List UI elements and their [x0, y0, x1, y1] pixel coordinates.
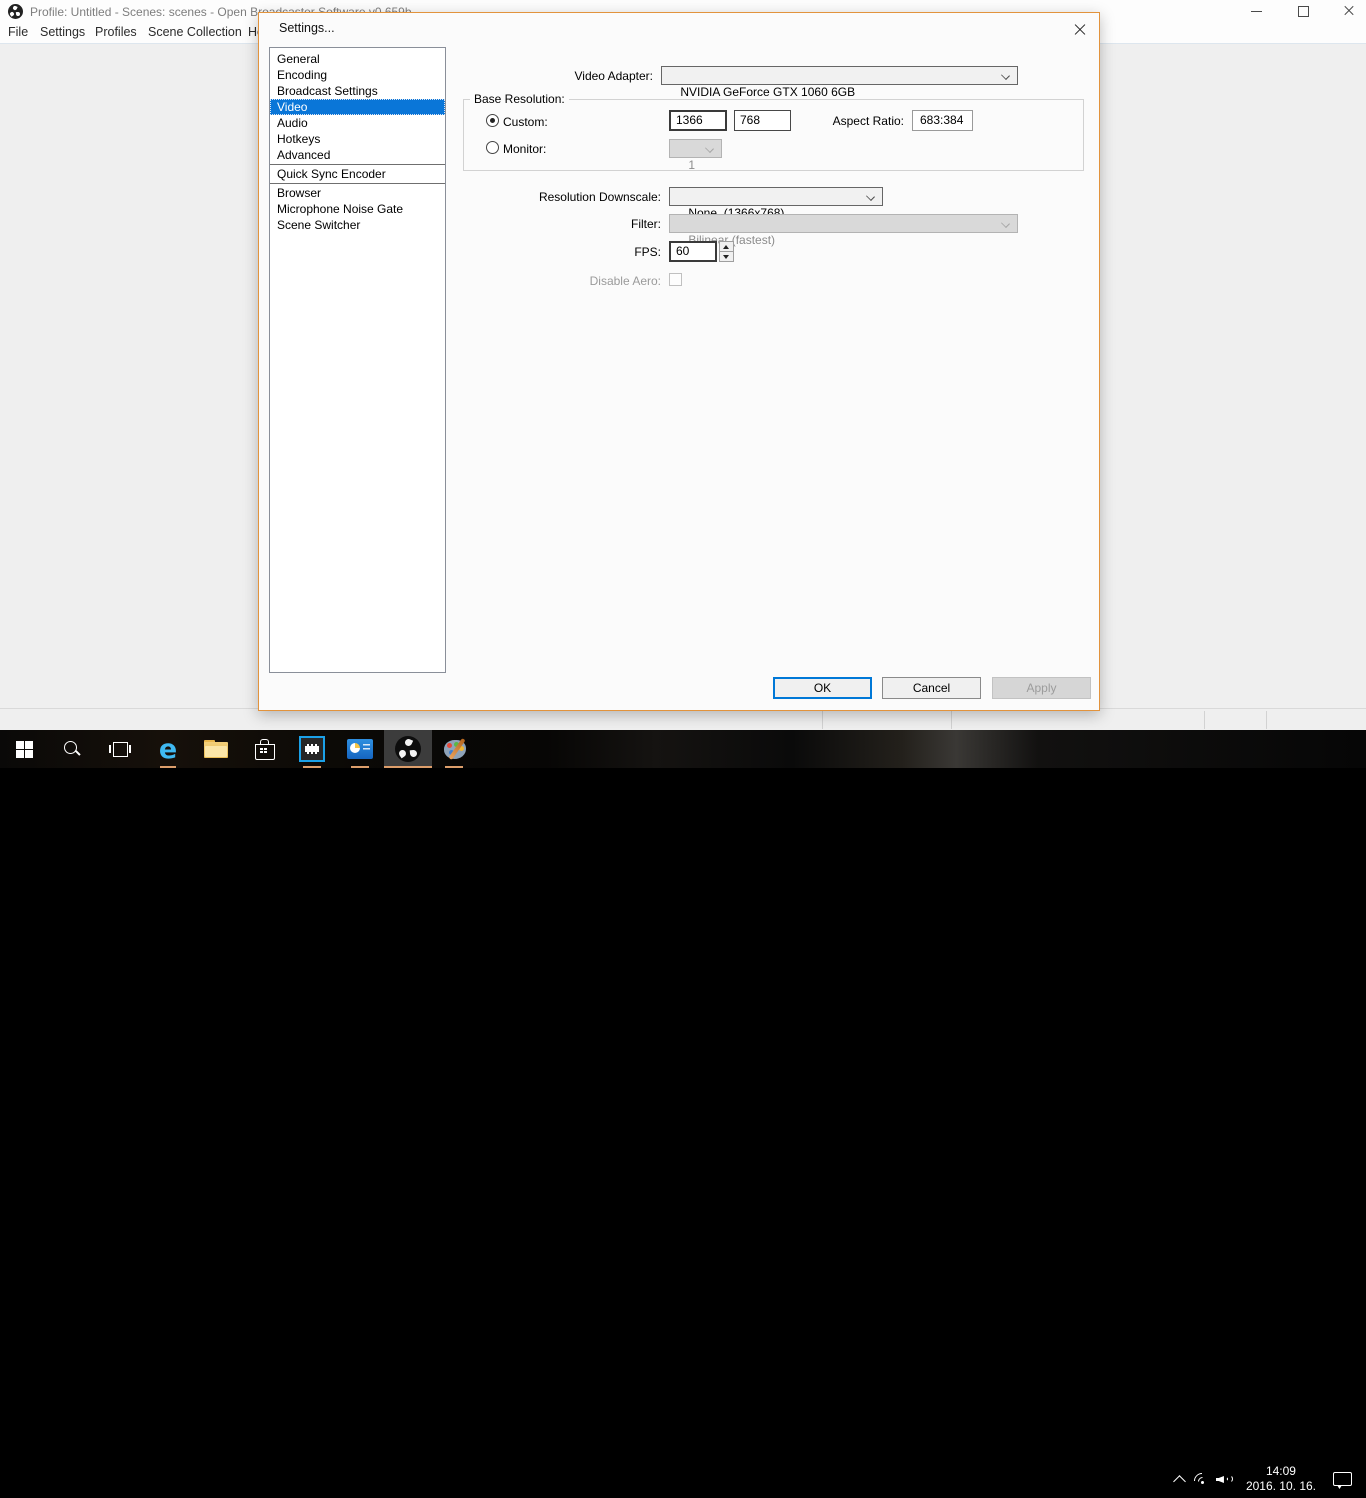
- windows-start-icon: [15, 740, 33, 758]
- close-dialog-icon[interactable]: [1073, 23, 1087, 37]
- wifi-icon[interactable]: [1190, 1460, 1214, 1498]
- taskbar-paint-app-button[interactable]: [432, 730, 480, 768]
- filter-select: Bilinear (fastest): [669, 214, 1018, 247]
- tray-time: 14:09: [1265, 1464, 1296, 1478]
- base-width-input[interactable]: 1366: [669, 110, 727, 131]
- settings-dialog: Settings... General Encoding Broadcast S…: [258, 12, 1100, 711]
- chevron-down-icon: [1001, 71, 1010, 80]
- menu-scene-collection[interactable]: Scene Collection: [148, 25, 242, 39]
- nav-item-general[interactable]: General: [270, 51, 445, 67]
- taskbar-edge-button[interactable]: e: [144, 730, 192, 768]
- nav-separator: [270, 183, 445, 184]
- status-divider: [822, 711, 823, 729]
- system-tray: 14:09 2016. 10. 16.: [1170, 1460, 1366, 1498]
- fps-stepper: [719, 241, 734, 262]
- edge-browser-icon: e: [158, 733, 178, 765]
- status-divider: [951, 711, 952, 729]
- nav-item-video[interactable]: Video: [270, 99, 445, 115]
- volume-icon[interactable]: [1214, 1460, 1238, 1498]
- monitor-resolution-radio[interactable]: [486, 141, 499, 154]
- nav-item-scene-switcher[interactable]: Scene Switcher: [270, 217, 445, 233]
- nav-item-broadcast-settings[interactable]: Broadcast Settings: [270, 83, 445, 99]
- status-divider: [1266, 711, 1267, 729]
- start-button[interactable]: [0, 730, 48, 768]
- statusbar: [0, 708, 1366, 730]
- monitor-resolution-label: Monitor:: [503, 142, 547, 156]
- taskbar-office-app-button[interactable]: [336, 730, 384, 768]
- apply-button: Apply: [992, 677, 1091, 699]
- base-resolution-group-label: Base Resolution:: [470, 92, 569, 106]
- disable-aero-checkbox: [669, 273, 682, 286]
- action-center-icon[interactable]: [1330, 1460, 1356, 1498]
- paint-palette-icon: [444, 738, 468, 760]
- disable-aero-label: Disable Aero:: [589, 274, 661, 288]
- taskbar-obs-button[interactable]: [384, 730, 432, 768]
- movies-tv-icon: [299, 736, 325, 762]
- chevron-down-icon: [866, 192, 875, 201]
- task-view-button[interactable]: [96, 730, 144, 768]
- taskbar-search-button[interactable]: [48, 730, 96, 768]
- search-icon: [62, 739, 82, 759]
- video-adapter-select[interactable]: NVIDIA GeForce GTX 1060 6GB: [661, 66, 1018, 99]
- base-height-input[interactable]: 768: [734, 110, 791, 131]
- menu-profiles[interactable]: Profiles: [95, 25, 137, 39]
- spin-down-icon[interactable]: [719, 251, 734, 262]
- windows-store-icon: [254, 739, 275, 760]
- fps-label: FPS:: [634, 245, 661, 259]
- maximize-icon[interactable]: [1294, 2, 1312, 20]
- file-explorer-icon: [204, 740, 228, 758]
- close-window-icon[interactable]: [1340, 2, 1358, 20]
- nav-item-advanced[interactable]: Advanced: [270, 147, 445, 163]
- tray-date: 2016. 10. 16.: [1245, 1479, 1316, 1493]
- custom-resolution-label: Custom:: [503, 115, 548, 129]
- minimize-icon[interactable]: [1248, 2, 1266, 20]
- obs-logo-icon: [8, 4, 23, 19]
- video-adapter-label: Video Adapter:: [574, 69, 653, 83]
- taskbar-file-explorer-button[interactable]: [192, 730, 240, 768]
- settings-nav-list: General Encoding Broadcast Settings Vide…: [269, 47, 446, 673]
- office-app-icon: [347, 739, 373, 759]
- taskbar-store-button[interactable]: [240, 730, 288, 768]
- nav-separator: [270, 164, 445, 165]
- status-divider: [1204, 711, 1205, 729]
- nav-item-browser[interactable]: Browser: [270, 185, 445, 201]
- taskbar: e 14:09 2016. 10. 16.: [0, 730, 1366, 1493]
- nav-item-encoding[interactable]: Encoding: [270, 67, 445, 83]
- monitor-select: 1: [669, 139, 722, 172]
- chevron-down-icon: [1001, 219, 1010, 228]
- resolution-downscale-label: Resolution Downscale:: [538, 190, 661, 204]
- obs-app-icon: [395, 736, 421, 762]
- task-view-icon: [109, 741, 131, 757]
- menu-file[interactable]: File: [8, 25, 28, 39]
- fps-input[interactable]: 60: [669, 241, 717, 262]
- chevron-down-icon: [705, 144, 714, 153]
- nav-item-hotkeys[interactable]: Hotkeys: [270, 131, 445, 147]
- custom-resolution-radio[interactable]: [486, 114, 499, 127]
- show-hidden-icons-icon[interactable]: [1170, 1460, 1192, 1498]
- cancel-button[interactable]: Cancel: [882, 677, 981, 699]
- aspect-ratio-label: Aspect Ratio:: [832, 114, 904, 128]
- menu-settings[interactable]: Settings: [40, 25, 85, 39]
- taskbar-movies-tv-button[interactable]: [288, 730, 336, 768]
- dialog-title: Settings...: [279, 21, 335, 35]
- ok-button[interactable]: OK: [773, 677, 872, 699]
- clock[interactable]: 14:09 2016. 10. 16.: [1238, 1464, 1324, 1494]
- resolution-downscale-select[interactable]: None (1366x768): [669, 187, 883, 220]
- nav-item-quick-sync-encoder[interactable]: Quick Sync Encoder: [270, 166, 445, 182]
- filter-label: Filter:: [631, 217, 661, 231]
- nav-item-microphone-noise-gate[interactable]: Microphone Noise Gate: [270, 201, 445, 217]
- aspect-ratio-value: 683:384: [912, 110, 973, 131]
- nav-item-audio[interactable]: Audio: [270, 115, 445, 131]
